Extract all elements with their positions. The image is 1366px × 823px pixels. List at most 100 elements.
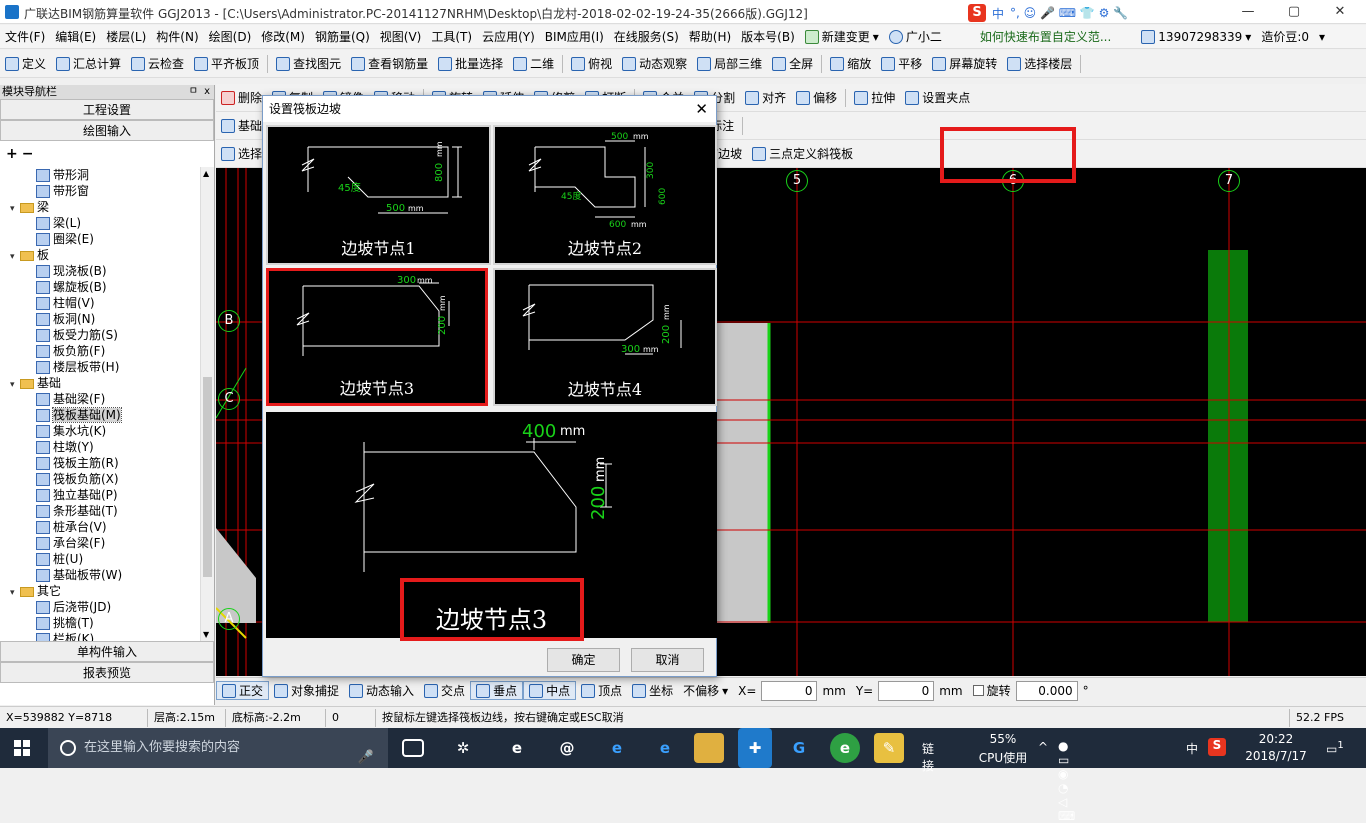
tree-item[interactable]: 筏板主筋(R) xyxy=(36,455,119,471)
sogou-tray-icon[interactable]: S xyxy=(1208,738,1226,756)
toolbar-button[interactable]: 设置夹点 xyxy=(900,89,975,106)
tree-item[interactable]: 圈梁(E) xyxy=(36,231,94,247)
collapse-toggle-icon[interactable]: ▾ xyxy=(10,249,20,265)
toolbar-button[interactable]: 对齐 xyxy=(740,89,791,106)
tree-item[interactable]: 独立基础(P) xyxy=(36,487,118,503)
tree-item[interactable]: 楼层板带(H) xyxy=(36,359,119,375)
glodon-g-icon[interactable]: G xyxy=(784,733,814,763)
glodon-ggj-icon[interactable]: ✚ xyxy=(738,728,772,768)
tray-link[interactable]: 链接 xyxy=(922,740,934,774)
slope-node-3-tile[interactable]: 300 mm 200 mm 边坡节点3 xyxy=(266,268,488,406)
offset-mode-select[interactable]: 不偏移 ▾ xyxy=(678,682,733,699)
toolbar-button[interactable]: 选择 xyxy=(216,145,267,162)
tray-icons[interactable]: ● ▭ ◉ ◔ ◁ ⌨ xyxy=(1058,739,1075,823)
tree-item[interactable]: 带形窗 xyxy=(36,183,89,199)
scroll-down-icon[interactable]: ▼ xyxy=(203,630,209,639)
menu-item[interactable]: 版本号(B) xyxy=(736,28,800,45)
tree-item[interactable]: 集水坑(K) xyxy=(36,423,106,439)
single-component-button[interactable]: 单构件输入 xyxy=(0,641,214,662)
rotate-checkbox[interactable]: 旋转 xyxy=(968,682,1016,699)
tray-ime[interactable]: 中 xyxy=(1186,740,1198,757)
tree-item[interactable]: 桩承台(V) xyxy=(36,519,107,535)
tree-item[interactable]: 后浇带(JD) xyxy=(36,599,111,615)
snap-toggle[interactable]: 对象捕捉 xyxy=(269,681,344,700)
expand-all-icon[interactable]: + xyxy=(6,146,18,162)
dialog-close-icon[interactable]: ✕ xyxy=(695,96,708,122)
tree-folder[interactable]: ▾ 其它 xyxy=(10,583,61,599)
tree-item[interactable]: 板受力筋(S) xyxy=(36,327,118,343)
tree-item[interactable]: 挑檐(T) xyxy=(36,615,94,631)
draw-input-button[interactable]: 绘图输入 xyxy=(0,120,214,141)
menu-item[interactable]: 楼层(L) xyxy=(101,28,151,45)
collapse-toggle-icon[interactable]: ▾ xyxy=(10,377,20,393)
tree-item[interactable]: 梁(L) xyxy=(36,215,81,231)
nav-close-icon[interactable]: x xyxy=(204,85,210,99)
report-preview-button[interactable]: 报表预览 xyxy=(0,662,214,683)
mic-icon[interactable]: 🎤 xyxy=(358,738,374,778)
tree-folder[interactable]: ▾ 梁 xyxy=(10,199,49,215)
slope-node-2-tile[interactable]: 500 mm 300 600 45度 600 mm 边坡节点2 xyxy=(493,125,717,265)
tree-item[interactable]: 筏板基础(M) xyxy=(36,407,122,423)
scroll-thumb[interactable] xyxy=(203,377,212,577)
menu-item[interactable]: 绘图(D) xyxy=(204,28,257,45)
tree-item[interactable]: 筏板负筋(X) xyxy=(36,471,119,487)
cancel-button[interactable]: 取消 xyxy=(631,648,704,672)
ie-icon[interactable]: e xyxy=(502,733,532,763)
menu-item[interactable]: BIM应用(I) xyxy=(540,28,609,45)
windows-start-icon[interactable] xyxy=(14,740,30,756)
pin-icon[interactable]: ㅁ xyxy=(189,85,198,99)
toolbar-button[interactable]: 云检查 xyxy=(126,55,189,72)
tree-item[interactable]: 基础板带(W) xyxy=(36,567,122,583)
toolbar-button[interactable]: 平齐板顶 xyxy=(189,55,264,72)
tree-folder[interactable]: ▾ 板 xyxy=(10,247,49,263)
toolbar-button[interactable]: 偏移 xyxy=(791,89,842,106)
toolbar-button[interactable]: 全屏 xyxy=(767,55,818,72)
tray-chevron-icon[interactable]: ^ xyxy=(1038,740,1048,754)
menu-item[interactable]: 帮助(H) xyxy=(684,28,736,45)
sogou-icon[interactable]: S xyxy=(968,4,986,22)
collapse-toggle-icon[interactable]: ▾ xyxy=(10,585,20,601)
toolbar-button[interactable]: 动态观察 xyxy=(617,55,692,72)
tree-item[interactable]: 板负筋(F) xyxy=(36,343,105,359)
collapse-toggle-icon[interactable]: ▾ xyxy=(10,201,20,217)
maximize-button[interactable]: ▢ xyxy=(1274,2,1314,22)
toolbar-button[interactable]: 查看钢筋量 xyxy=(346,55,433,72)
slope-node-1-tile[interactable]: 800 mm 45度 500 mm 边坡节点1 xyxy=(266,125,491,265)
task-view-icon[interactable] xyxy=(402,739,424,757)
edge-icon[interactable]: e xyxy=(602,733,632,763)
toolbar-button[interactable]: 局部三维 xyxy=(692,55,767,72)
toolbar-button[interactable]: 拉伸 xyxy=(849,89,900,106)
collapse-all-icon[interactable]: − xyxy=(22,146,34,162)
beans-dropdown-icon[interactable]: ▾ xyxy=(1314,30,1330,44)
minimize-button[interactable]: — xyxy=(1228,2,1268,22)
tree-item[interactable]: 带形洞 xyxy=(36,167,89,183)
menu-item[interactable]: 文件(F) xyxy=(0,28,50,45)
clock-date[interactable]: 2018/7/17 xyxy=(1236,749,1316,763)
menu-item[interactable]: 编辑(E) xyxy=(50,28,101,45)
menu-item[interactable]: 构件(N) xyxy=(151,28,203,45)
toolbar-button[interactable]: 选择楼层 xyxy=(1002,55,1077,72)
tree-item[interactable]: 柱帽(V) xyxy=(36,295,95,311)
tree-item[interactable]: 柱墩(Y) xyxy=(36,439,94,455)
slope-node-4-tile[interactable]: 200 mm 300 mm 边坡节点4 xyxy=(493,268,717,406)
taskbar-search[interactable]: 在这里输入你要搜索的内容 🎤 xyxy=(48,728,388,768)
ok-button[interactable]: 确定 xyxy=(547,648,620,672)
tip-link[interactable]: 如何快速布置自定义范... xyxy=(975,28,1116,45)
menu-item[interactable]: 云应用(Y) xyxy=(477,28,540,45)
file-explorer-icon[interactable] xyxy=(694,733,724,763)
menu-item[interactable]: 钢筋量(Q) xyxy=(310,28,375,45)
toolbar-button[interactable]: 屏幕旋转 xyxy=(927,55,1002,72)
clock-time[interactable]: 20:22 xyxy=(1236,732,1316,746)
menu-item[interactable]: 工具(T) xyxy=(426,28,477,45)
scroll-up-icon[interactable]: ▲ xyxy=(203,169,209,178)
snap-toggle[interactable]: 垂点 xyxy=(470,681,524,700)
ie-blue-icon[interactable]: e xyxy=(650,733,680,763)
green-app-icon[interactable]: e xyxy=(830,733,860,763)
toolbar-button[interactable]: 批量选择 xyxy=(433,55,508,72)
checkbox-box[interactable] xyxy=(972,685,984,696)
notification-icon[interactable]: ▭1 xyxy=(1326,740,1344,756)
tree-item[interactable]: 现浇板(B) xyxy=(36,263,107,279)
ime-lang[interactable]: 中 xyxy=(992,5,1004,22)
ime-toolbar[interactable]: S 中 °, ☺ 🎤 ⌨ 👕 ⚙ 🔧 xyxy=(968,3,1178,23)
tree-scrollbar[interactable]: ▲ ▼ xyxy=(200,167,214,641)
